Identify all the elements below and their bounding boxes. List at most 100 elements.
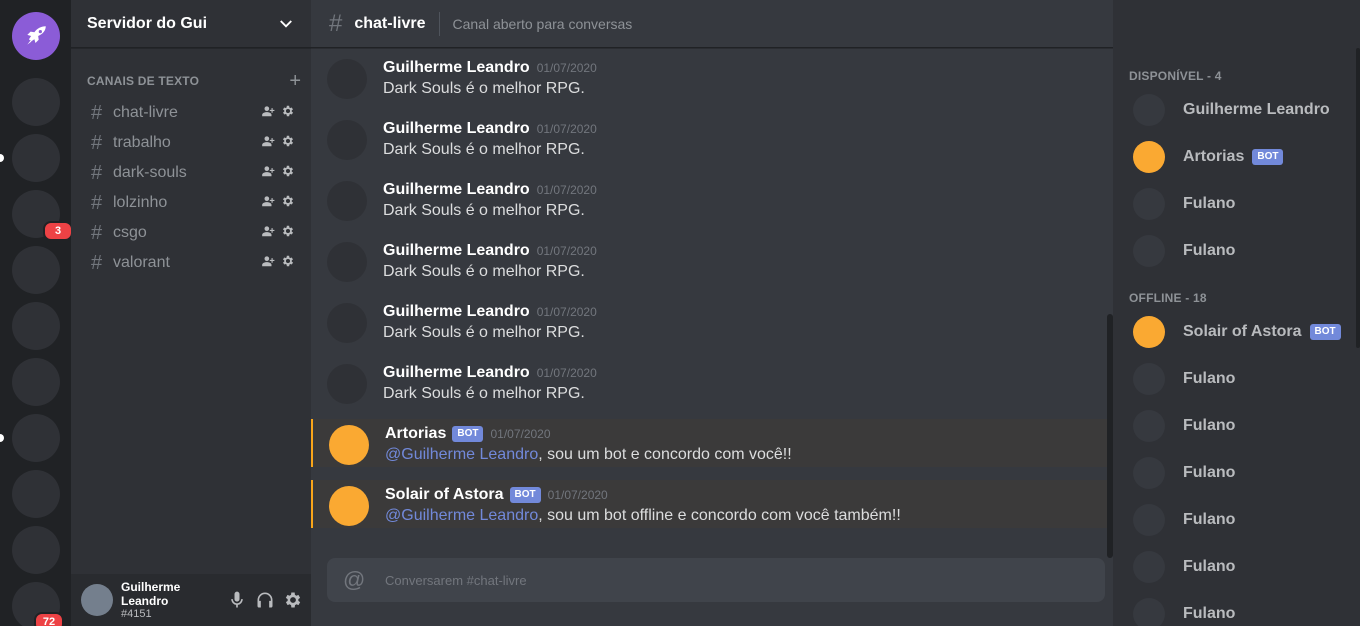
user-panel: Guilherme Leandro #4151	[71, 574, 311, 626]
gear-icon[interactable]	[281, 104, 295, 123]
channel-item[interactable]: # lolzinho	[79, 188, 303, 218]
at-icon[interactable]: @	[343, 567, 367, 593]
invite-icon[interactable]	[261, 104, 275, 123]
message[interactable]: Guilherme Leandro 01/07/2020 Dark Souls é …	[311, 53, 1107, 101]
online-group-label: DISPONÍVEL - 4	[1129, 69, 1222, 83]
message-text: Dark Souls é o melhor RPG.	[383, 385, 585, 402]
server-icon[interactable]	[12, 414, 60, 462]
server-icon[interactable]	[12, 246, 60, 294]
message-timestamp: 01/07/2020	[536, 366, 597, 380]
message-body: Solair of Astora BOT 01/07/2020 @Guilherme …	[385, 485, 901, 527]
channel-actions	[261, 254, 295, 273]
bot-badge: BOT	[509, 487, 541, 503]
user-mention[interactable]: @Guilherme Leandro	[385, 507, 538, 524]
member-item[interactable]: Fulano	[1133, 594, 1235, 626]
member-name: Fulano	[1183, 605, 1236, 622]
member-item[interactable]: Fulano	[1133, 500, 1235, 540]
message-author[interactable]: Solair of Astora	[385, 486, 504, 504]
message-list[interactable]: Guilherme Leandro 01/07/2020 Dark Souls é …	[311, 48, 1113, 538]
message[interactable]: Solair of Astora BOT 01/07/2020 @Guilherme …	[311, 480, 1107, 528]
channel-item[interactable]: # trabalho	[79, 128, 303, 158]
server-icon[interactable]	[12, 302, 60, 350]
hashtag-icon: #	[91, 251, 103, 274]
avatar[interactable]	[327, 303, 367, 343]
avatar[interactable]	[327, 120, 367, 160]
user-mention[interactable]: @Guilherme Leandro	[385, 446, 538, 463]
member-item[interactable]: Artorias BOT	[1133, 137, 1284, 177]
avatar[interactable]	[327, 59, 367, 99]
member-item[interactable]: Solair of Astora BOT	[1133, 312, 1341, 352]
member-item[interactable]: Fulano	[1133, 231, 1235, 271]
hashtag-icon: #	[91, 161, 103, 184]
message-author[interactable]: Guilherme Leandro	[383, 364, 530, 382]
avatar[interactable]	[81, 584, 113, 616]
channel-actions	[261, 104, 295, 123]
scrollbar[interactable]	[1356, 48, 1360, 348]
channel-category[interactable]: CANAIS DE TEXTO +	[87, 71, 311, 91]
avatar[interactable]	[329, 425, 369, 465]
channel-item[interactable]: # csgo	[79, 218, 303, 248]
message[interactable]: Guilherme Leandro 01/07/2020 Dark Souls é …	[311, 297, 1107, 345]
server-icon[interactable]	[12, 78, 60, 126]
bot-badge: BOT	[1252, 149, 1284, 165]
message[interactable]: Guilherme Leandro 01/07/2020 Dark Souls é …	[311, 358, 1107, 406]
invite-icon[interactable]	[261, 254, 275, 273]
member-item[interactable]: Fulano	[1133, 547, 1235, 587]
message-content: Dark Souls é o melhor RPG.	[383, 383, 597, 405]
microphone-icon[interactable]	[227, 590, 247, 610]
avatar[interactable]	[327, 242, 367, 282]
member-item[interactable]: Fulano	[1133, 453, 1235, 493]
member-item[interactable]: Fulano	[1133, 406, 1235, 446]
avatar[interactable]	[327, 364, 367, 404]
message-author[interactable]: Guilherme Leandro	[383, 181, 530, 199]
server-icon[interactable]	[12, 470, 60, 518]
message-author[interactable]: Guilherme Leandro	[383, 120, 530, 138]
gear-icon[interactable]	[281, 134, 295, 153]
member-item[interactable]: Fulano	[1133, 184, 1235, 224]
invite-icon[interactable]	[261, 224, 275, 243]
channel-name: valorant	[113, 254, 170, 271]
member-name: Fulano	[1183, 370, 1236, 387]
server-icon[interactable]	[12, 358, 60, 406]
avatar	[1133, 188, 1165, 220]
channel-name: csgo	[113, 224, 147, 241]
member-item[interactable]: Guilherme Leandro	[1133, 90, 1330, 130]
server-header[interactable]: Servidor do Gui	[71, 0, 311, 48]
invite-icon[interactable]	[261, 194, 275, 213]
message-author[interactable]: Artorias	[385, 425, 446, 443]
avatar[interactable]	[327, 181, 367, 221]
message-author[interactable]: Guilherme Leandro	[383, 303, 530, 321]
message[interactable]: Guilherme Leandro 01/07/2020 Dark Souls é …	[311, 236, 1107, 284]
add-channel-icon[interactable]: +	[289, 71, 301, 91]
message-composer: @	[327, 558, 1105, 602]
bot-badge: BOT	[1309, 324, 1341, 340]
hashtag-icon: #	[91, 221, 103, 244]
message-input[interactable]	[385, 572, 985, 588]
gear-icon[interactable]	[281, 224, 295, 243]
home-server-button[interactable]	[12, 12, 60, 60]
gear-icon[interactable]	[281, 164, 295, 183]
message[interactable]: Guilherme Leandro 01/07/2020 Dark Souls é …	[311, 175, 1107, 223]
message-author[interactable]: Guilherme Leandro	[383, 59, 530, 77]
avatar[interactable]	[329, 486, 369, 526]
invite-icon[interactable]	[261, 164, 275, 183]
message-header: Guilherme Leandro 01/07/2020	[383, 363, 597, 383]
gear-icon[interactable]	[281, 254, 295, 273]
server-icon[interactable]	[12, 526, 60, 574]
message-author[interactable]: Guilherme Leandro	[383, 242, 530, 260]
channel-item[interactable]: # dark-souls	[79, 158, 303, 188]
avatar	[1133, 504, 1165, 536]
member-name: Fulano	[1183, 417, 1236, 434]
message[interactable]: Guilherme Leandro 01/07/2020 Dark Souls é …	[311, 114, 1107, 162]
gear-icon[interactable]	[283, 590, 303, 610]
channel-item[interactable]: # valorant	[79, 248, 303, 278]
headphones-icon[interactable]	[255, 590, 275, 610]
message[interactable]: Artorias BOT 01/07/2020 @Guilherme Leandro,…	[311, 419, 1107, 467]
gear-icon[interactable]	[281, 194, 295, 213]
hashtag-icon: #	[329, 9, 343, 37]
channel-item[interactable]: # chat-livre	[79, 98, 303, 128]
message-header: Guilherme Leandro 01/07/2020	[383, 302, 597, 322]
member-item[interactable]: Fulano	[1133, 359, 1235, 399]
server-icon[interactable]	[12, 134, 60, 182]
invite-icon[interactable]	[261, 134, 275, 153]
